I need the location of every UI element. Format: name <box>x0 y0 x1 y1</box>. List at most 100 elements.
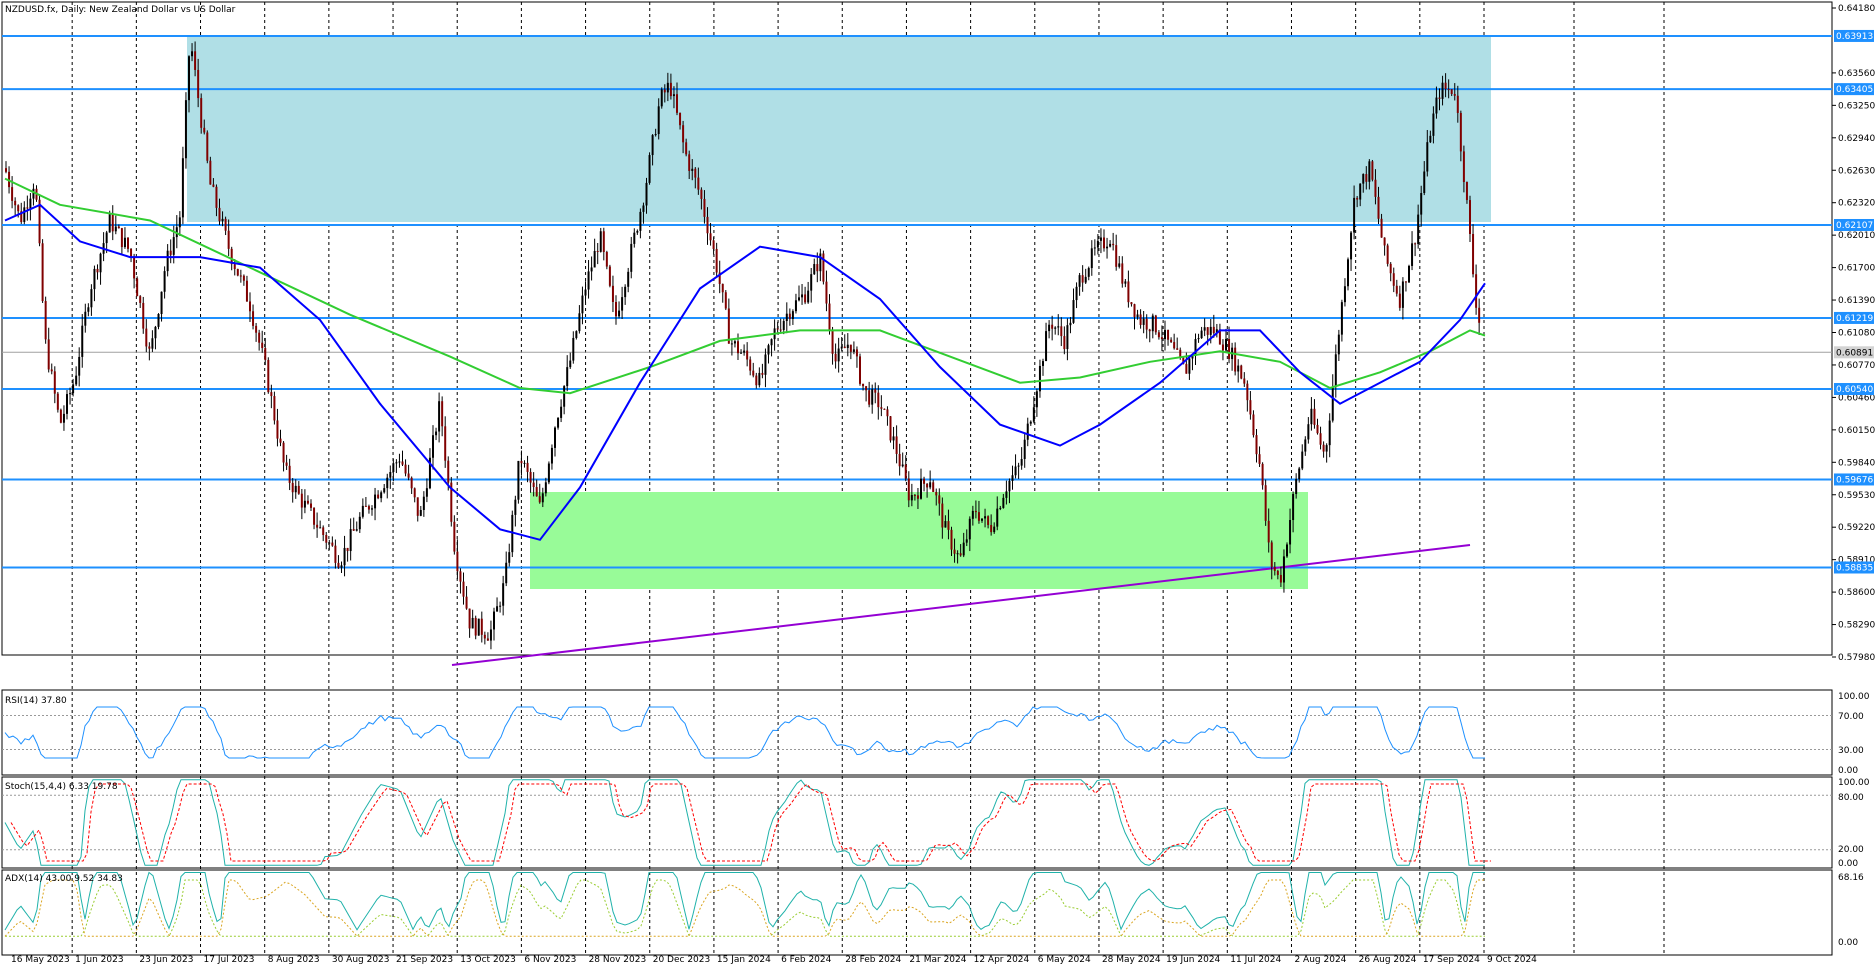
candle-body <box>743 350 746 353</box>
candle-body <box>1136 314 1139 318</box>
candle-body <box>584 289 587 296</box>
candle-body <box>145 328 148 347</box>
candle-body <box>526 462 529 472</box>
candle-body <box>767 345 770 355</box>
price-tick: 0.59840 <box>1838 458 1875 468</box>
candle-body <box>1200 330 1203 339</box>
candle-body <box>651 135 654 156</box>
candle-body <box>1139 314 1142 325</box>
candle-body <box>160 291 163 315</box>
candle-body <box>907 478 910 501</box>
rsi-line <box>4 706 1485 759</box>
candle-body <box>1145 318 1148 330</box>
candle-body <box>740 352 743 354</box>
candle-body <box>316 524 319 528</box>
resistance-zone[interactable] <box>187 36 1491 222</box>
candle-body <box>563 386 566 407</box>
support-zone[interactable] <box>530 492 1308 589</box>
candle-body <box>1221 344 1224 351</box>
candle-body <box>883 408 886 410</box>
candle-body <box>188 56 190 101</box>
candle-body <box>374 494 377 509</box>
candle-body <box>459 571 462 582</box>
candle-body <box>1032 407 1035 422</box>
candle-body <box>657 106 660 135</box>
candle-body <box>1188 358 1191 374</box>
candle-body <box>114 226 117 232</box>
candle-body <box>523 462 526 464</box>
candle-body <box>1112 243 1115 246</box>
candle-body <box>618 310 621 317</box>
candle-body <box>32 188 35 199</box>
candle-body <box>962 542 965 556</box>
candle-body <box>535 487 538 497</box>
candle-body <box>1203 327 1206 331</box>
candle-body <box>11 187 14 201</box>
candle-body <box>541 493 544 503</box>
candle-body <box>1106 246 1109 249</box>
candle-body <box>981 518 983 521</box>
candle-body <box>456 551 459 572</box>
candle-body <box>502 583 505 606</box>
date-tick: 26 Aug 2024 <box>1359 955 1417 965</box>
candle-body <box>261 342 264 349</box>
candle-body <box>242 275 245 281</box>
candle-body <box>1249 400 1252 415</box>
candle-body <box>1063 336 1066 350</box>
candle-body <box>810 274 813 291</box>
candle-body <box>1380 218 1383 238</box>
candle-body <box>90 289 93 308</box>
candle-body <box>1005 491 1008 498</box>
candle-body <box>1292 494 1295 521</box>
candle-body <box>172 237 175 255</box>
date-tick: 13 Oct 2023 <box>460 955 516 965</box>
candle-body <box>1014 466 1017 476</box>
candle-body <box>224 218 227 231</box>
candle-body <box>935 491 938 496</box>
candle-body <box>252 311 255 326</box>
candle-body <box>1038 365 1041 392</box>
candle-body <box>843 346 846 349</box>
candle-body <box>279 438 282 443</box>
candle-body <box>941 503 944 528</box>
candle-body <box>654 134 657 136</box>
candle-body <box>758 372 761 386</box>
candle-body <box>1008 480 1011 492</box>
candle-body <box>971 510 974 519</box>
level-tag: 0.63405 <box>1836 85 1873 95</box>
candle-body <box>78 356 81 376</box>
candle-body <box>81 325 84 357</box>
chart-canvas[interactable]: NZDUSD.fx, Daily: New Zealand Dollar vs … <box>0 0 1875 965</box>
candle-body <box>389 472 392 478</box>
candle-body <box>788 313 791 319</box>
candle-body <box>468 608 471 629</box>
candle-body <box>62 413 65 423</box>
price-tick: 0.59220 <box>1838 523 1875 533</box>
candle-body <box>685 142 688 155</box>
candle-body <box>267 359 270 393</box>
candle-body <box>50 369 53 372</box>
candle-body <box>1310 408 1313 425</box>
candle-body <box>737 341 739 354</box>
price-tick: 0.57980 <box>1838 653 1875 663</box>
candle-body <box>1398 293 1401 308</box>
candle-body <box>953 549 956 554</box>
candle-body <box>1316 424 1319 434</box>
candle-body <box>1459 112 1462 152</box>
candle-body <box>984 516 987 519</box>
date-tick: 9 Oct 2024 <box>1487 955 1537 965</box>
candle-body <box>1438 97 1441 99</box>
price-tick: 0.58290 <box>1838 621 1875 631</box>
candle-body <box>17 205 20 212</box>
candle-body <box>1337 334 1340 355</box>
candle-body <box>1404 281 1407 283</box>
candle-body <box>721 283 724 293</box>
candle-body <box>23 207 26 222</box>
candle-body <box>343 547 346 566</box>
candle-body <box>1093 247 1096 249</box>
candle-body <box>1212 326 1215 334</box>
date-tick: 17 Jul 2023 <box>204 955 255 965</box>
chart-title: NZDUSD.fx, Daily: New Zealand Dollar vs … <box>5 5 236 15</box>
candle-body <box>950 529 953 550</box>
candle-body <box>200 98 203 128</box>
